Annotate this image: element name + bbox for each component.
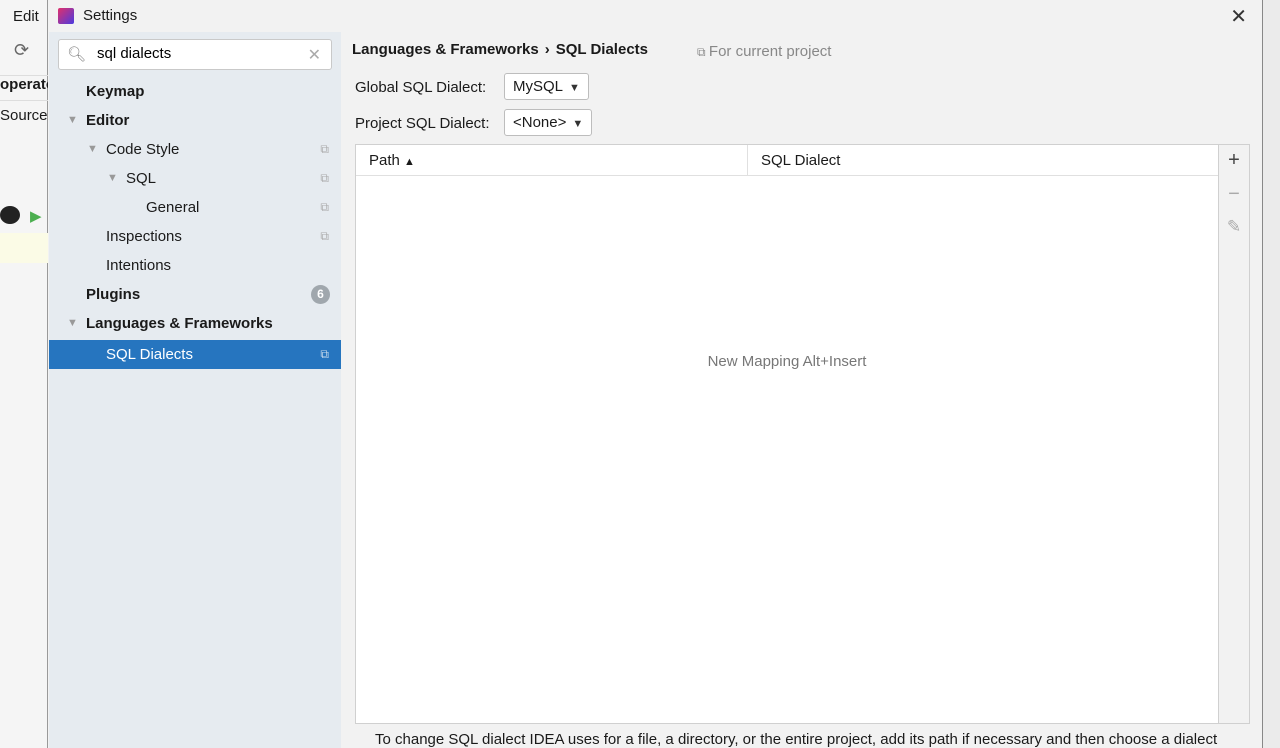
expand-arrow-icon[interactable]: ▼ <box>87 135 98 164</box>
tree-label: Languages & Frameworks <box>86 315 273 332</box>
tree-item-code-style[interactable]: ▼ Code Style ⧉ <box>49 135 341 164</box>
tree-label: SQL Dialects <box>106 346 193 363</box>
settings-dialog: Settings ✕ 🔍︎ ✕ Keymap ▼ Editor ▼ Code Sty… <box>49 0 1262 748</box>
project-dialect-label: Project SQL Dialect: <box>355 115 490 132</box>
tree-item-editor[interactable]: ▼ Editor <box>49 106 341 135</box>
breadcrumb: Languages & Frameworks › SQL Dialects <box>352 41 654 58</box>
global-dialect-label: Global SQL Dialect: <box>355 79 487 96</box>
tree-item-languages-frameworks[interactable]: ▼ Languages & Frameworks <box>49 309 341 338</box>
tree-label: Plugins <box>86 286 141 303</box>
expand-arrow-icon[interactable]: ▼ <box>67 309 78 338</box>
intellij-logo-icon <box>58 8 74 24</box>
tree-item-sql-dialects[interactable]: SQL Dialects ⧉ <box>49 340 341 369</box>
bird-icon <box>0 206 20 224</box>
sort-ascending-icon: ▲ <box>404 156 415 168</box>
column-header-sql-dialect[interactable]: SQL Dialect <box>748 145 1218 176</box>
project-scope-icon: ⧉ <box>320 347 329 361</box>
expand-arrow-icon[interactable]: ▼ <box>67 106 78 135</box>
scope-label: ⧉ For current project <box>697 43 831 60</box>
tree-item-intentions[interactable]: Intentions <box>49 251 341 280</box>
search-input[interactable] <box>97 45 297 62</box>
run-icon[interactable]: ▶ <box>30 207 42 225</box>
header-label: SQL Dialect <box>761 152 841 169</box>
project-scope-icon: ⧉ <box>320 200 329 214</box>
table-toolbar: + − ✎ <box>1219 144 1250 724</box>
dialog-title: Settings <box>83 7 138 24</box>
dropdown-value: <None> <box>513 114 567 131</box>
global-dialect-dropdown[interactable]: MySQL ▼ <box>504 73 589 100</box>
add-icon[interactable]: + <box>1219 149 1249 172</box>
search-icon[interactable]: 🔍︎ <box>67 45 86 63</box>
close-icon[interactable]: ✕ <box>1230 4 1247 29</box>
project-dialect-dropdown[interactable]: <None> ▼ <box>504 109 593 136</box>
tree-item-plugins[interactable]: Plugins 6 <box>49 280 341 309</box>
chevron-down-icon: ▼ <box>569 82 580 94</box>
background-ide-right <box>1262 0 1280 748</box>
scope-text: For current project <box>708 43 832 60</box>
mapping-table[interactable]: Path ▲ SQL Dialect New Mapping Alt+Inser… <box>355 144 1219 724</box>
search-box[interactable]: 🔍︎ ✕ <box>58 39 332 70</box>
column-header-path[interactable]: Path ▲ <box>356 145 748 176</box>
menu-edit[interactable]: Edit <box>13 8 39 25</box>
settings-sidebar: 🔍︎ ✕ Keymap ▼ Editor ▼ Code Style ⧉ ▼ SQL ⧉ G… <box>49 32 341 748</box>
tree-item-inspections[interactable]: Inspections ⧉ <box>49 222 341 251</box>
header-label: Path <box>369 152 400 169</box>
plugins-count-badge: 6 <box>311 285 330 304</box>
tree-item-general[interactable]: General ⧉ <box>49 193 341 222</box>
editor-tab[interactable]: SourceU <box>0 107 48 124</box>
breadcrumb-separator: › <box>544 41 550 58</box>
project-scope-icon: ⧉ <box>697 45 709 59</box>
tree-label: Inspections <box>106 228 182 245</box>
tree-item-keymap[interactable]: Keymap <box>49 77 341 106</box>
clear-icon[interactable]: ✕ <box>308 45 321 65</box>
project-scope-icon: ⧉ <box>320 229 329 243</box>
tree-item-sql[interactable]: ▼ SQL ⧉ <box>49 164 341 193</box>
tree-label: Intentions <box>106 257 172 274</box>
breadcrumb-current: SQL Dialects <box>555 41 648 58</box>
empty-table-text[interactable]: New Mapping Alt+Insert <box>356 353 1218 370</box>
editor-tab[interactable]: operato <box>0 75 48 101</box>
highlighted-line <box>0 233 48 263</box>
chevron-down-icon: ▼ <box>572 118 584 130</box>
tree-label: Keymap <box>86 83 145 100</box>
dropdown-value: MySQL <box>513 78 564 95</box>
tree-label: General <box>146 199 200 216</box>
project-scope-icon: ⧉ <box>320 171 329 185</box>
breadcrumb-parent[interactable]: Languages & Frameworks <box>352 41 539 58</box>
edit-icon[interactable]: ✎ <box>1219 217 1249 237</box>
project-scope-icon: ⧉ <box>320 142 329 156</box>
tree-label: Editor <box>86 112 130 129</box>
sync-icon[interactable]: ⟳ <box>14 40 29 61</box>
tree-label: Code Style <box>106 141 180 158</box>
help-text: To change SQL dialect IDEA uses for a fi… <box>375 731 1218 748</box>
tree-label: SQL <box>126 170 157 187</box>
title-bar: Settings ✕ <box>49 0 1262 32</box>
expand-arrow-icon[interactable]: ▼ <box>107 164 118 193</box>
background-ide: Edit ⟳ operato SourceU ▶ <box>0 0 48 748</box>
settings-content: Languages & Frameworks › SQL Dialects ⧉ Fo… <box>341 32 1262 748</box>
remove-icon[interactable]: − <box>1219 183 1249 206</box>
